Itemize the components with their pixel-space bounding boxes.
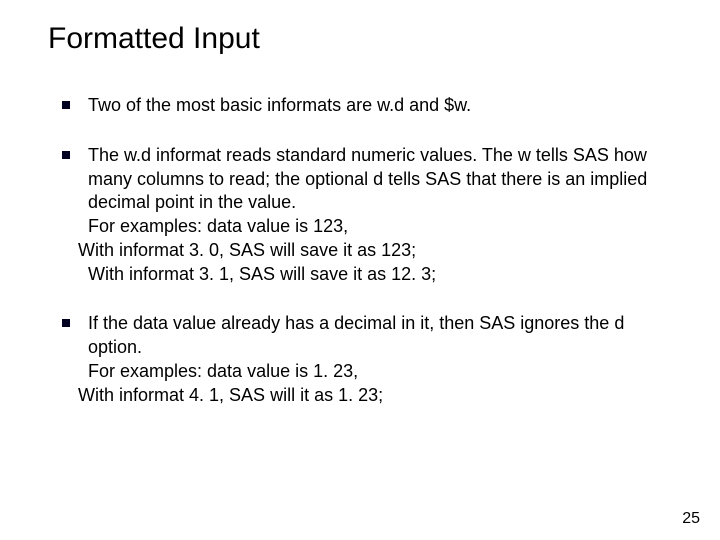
bullet-text-cont: With informat 3. 0, SAS will save it as …	[60, 239, 670, 263]
bullet-text-cont: With informat 3. 1, SAS will save it as …	[88, 263, 670, 287]
bullet-item-1: Two of the most basic informats are w.d …	[60, 94, 670, 118]
slide-body: Two of the most basic informats are w.d …	[60, 94, 670, 407]
bullet-item-2: The w.d informat reads standard numeric …	[60, 144, 670, 287]
bullet-item-3: If the data value already has a decimal …	[60, 312, 670, 407]
bullet-text: Two of the most basic informats are w.d …	[88, 95, 471, 115]
bullet-text: The w.d informat reads standard numeric …	[88, 144, 670, 215]
bullet-text-cont: For examples: data value is 1. 23,	[88, 360, 670, 384]
slide-title: Formatted Input	[48, 22, 260, 56]
slide: Formatted Input Two of the most basic in…	[0, 0, 720, 540]
square-bullet-icon	[62, 319, 70, 327]
square-bullet-icon	[62, 101, 70, 109]
bullet-text-cont: With informat 4. 1, SAS will it as 1. 23…	[60, 384, 670, 408]
bullet-text: If the data value already has a decimal …	[88, 312, 670, 360]
square-bullet-icon	[62, 151, 70, 159]
bullet-text-cont: For examples: data value is 123,	[88, 215, 670, 239]
page-number: 25	[682, 510, 700, 528]
